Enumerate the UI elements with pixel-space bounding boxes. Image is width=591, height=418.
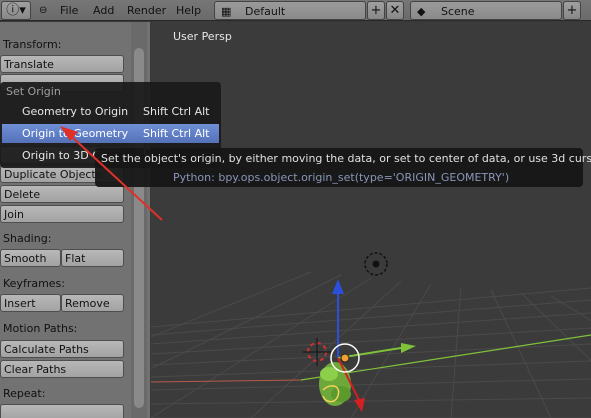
repeat-label: Repeat: (3, 387, 46, 400)
repeat-last-button[interactable] (0, 404, 124, 418)
delete-screen-button[interactable]: ✕ (386, 1, 404, 20)
screen-layout-name: Default (245, 5, 286, 18)
motion-paths-label: Motion Paths: (3, 322, 78, 335)
add-scene-button[interactable]: + (563, 1, 581, 20)
keyframes-label: Keyframes: (3, 277, 65, 290)
clear-paths-button[interactable]: Clear Paths (0, 360, 124, 378)
translate-button[interactable]: Translate (0, 55, 124, 73)
scene-selector[interactable]: ◆ Scene (410, 1, 562, 20)
transform-label: Transform: (3, 38, 62, 51)
tooltip-description: Set the object's origin, by either movin… (101, 152, 591, 165)
calculate-paths-button[interactable]: Calculate Paths (0, 340, 124, 358)
menu-item-label: Geometry to Origin (22, 105, 129, 118)
header-bar: ⓘ▾ ⊖ File Add Render Help ▦ Default + ✕ … (0, 0, 591, 21)
menu-item-label: Origin to Geometry (22, 127, 129, 140)
info-icon: ⓘ▾ (6, 3, 26, 18)
scene-name: Scene (441, 5, 475, 18)
add-screen-button[interactable]: + (367, 1, 385, 20)
menu-title: Set Origin (6, 85, 61, 98)
join-button[interactable]: Join (0, 205, 124, 223)
tooltip: Set the object's origin, by either movin… (95, 148, 591, 187)
menu-add[interactable]: Add (93, 0, 114, 21)
layout-icon: ▦ (221, 5, 232, 18)
collapse-menu-icon[interactable]: ⊖ (39, 0, 47, 21)
menu-item-label: Origin to 3D C (22, 149, 100, 162)
screen-layout-selector[interactable]: ▦ Default (214, 1, 366, 20)
menu-file[interactable]: File (60, 0, 78, 21)
y-axis-line (151, 379, 302, 383)
z-axis-arrow-icon (332, 279, 344, 294)
plus-icon: + (566, 3, 578, 18)
plus-icon: + (370, 3, 382, 18)
menu-render[interactable]: Render (127, 0, 166, 21)
insert-keyframe-button[interactable]: Insert (0, 294, 61, 312)
3d-cursor (303, 338, 331, 366)
menu-help[interactable]: Help (176, 0, 201, 21)
menu-item-geometry-to-origin[interactable]: Geometry to Origin Shift Ctrl Alt C (2, 102, 219, 137)
flat-button[interactable]: Flat (61, 249, 124, 267)
close-icon: ✕ (389, 3, 401, 18)
view-label: User Persp (173, 30, 232, 43)
x-axis-arrow-icon (401, 343, 416, 353)
delete-button[interactable]: Delete (0, 185, 124, 203)
tooltip-python: Python: bpy.ops.object.origin_set(type='… (173, 171, 510, 184)
editor-type-button[interactable]: ⓘ▾ (1, 1, 31, 20)
shading-label: Shading: (3, 232, 52, 245)
smooth-button[interactable]: Smooth (0, 249, 61, 267)
scene-icon: ◆ (417, 5, 426, 18)
remove-keyframe-button[interactable]: Remove (61, 294, 124, 312)
lamp-object (364, 252, 388, 276)
menu-item-origin-to-geometry[interactable]: Origin to Geometry Shift Ctrl Alt C (2, 124, 219, 159)
